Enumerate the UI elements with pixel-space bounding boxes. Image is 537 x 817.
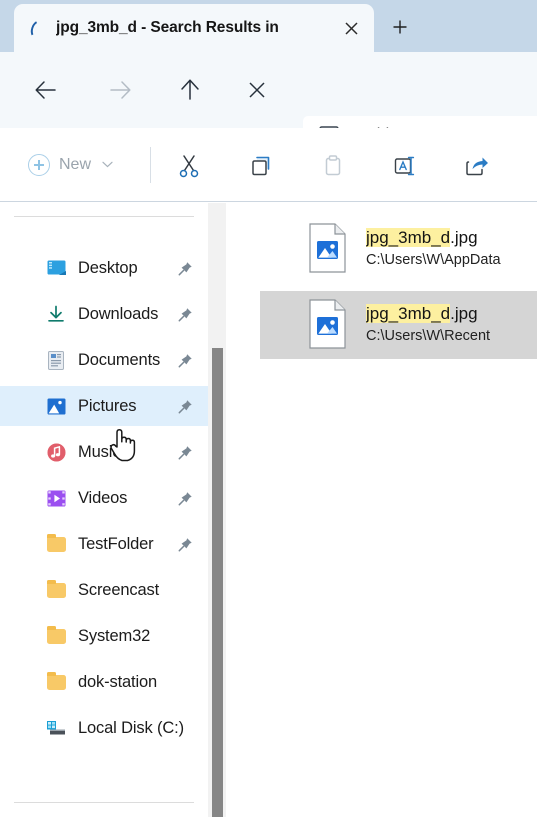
table-row[interactable]: jpg_3mb_d.jpg C:\Users\W\AppData	[260, 215, 537, 283]
new-button[interactable]: New	[28, 148, 113, 182]
arrow-right-icon	[110, 81, 131, 99]
local-disk-icon	[46, 718, 66, 738]
search-match-highlight: jpg_3mb_d	[366, 304, 451, 324]
pin-icon[interactable]	[172, 307, 198, 322]
cut-button[interactable]	[170, 147, 208, 185]
command-bar: New	[0, 128, 537, 202]
file-extension: .jpg	[450, 304, 478, 324]
sidebar-item-label: Downloads	[78, 304, 159, 323]
back-button[interactable]	[26, 70, 66, 110]
search-match-highlight: jpg_3mb_d	[366, 228, 451, 248]
chevron-down-icon[interactable]	[102, 160, 113, 171]
new-tab-button[interactable]	[383, 10, 417, 44]
sidebar-divider-top	[14, 216, 194, 217]
pictures-icon	[46, 396, 66, 416]
documents-icon	[46, 350, 66, 370]
clipboard-icon	[325, 155, 341, 176]
navigation-bar: This PC	[0, 52, 537, 154]
forward-button	[100, 70, 140, 110]
pin-icon[interactable]	[172, 537, 198, 552]
sidebar-item-desktop[interactable]: Desktop	[0, 248, 208, 288]
sidebar-item-label: Screencast	[78, 580, 160, 599]
sidebar-item-testfolder[interactable]: TestFolder	[0, 524, 208, 564]
plus-icon	[393, 20, 407, 34]
copy-icon	[252, 156, 270, 176]
table-row[interactable]: jpg_3mb_d.jpg C:\Users\W\Recent	[260, 291, 537, 359]
sidebar-item-screencast[interactable]: Screencast	[0, 570, 208, 610]
sidebar-item-videos[interactable]: Videos	[0, 478, 208, 518]
stop-button[interactable]	[237, 70, 277, 110]
navigation-pane[interactable]: Desktop Downloads Documents Pictures Mus…	[0, 203, 208, 817]
folder-icon	[46, 625, 66, 646]
videos-icon	[46, 488, 66, 508]
pin-icon[interactable]	[172, 445, 198, 460]
pin-icon[interactable]	[172, 399, 198, 414]
desktop-icon	[46, 258, 66, 278]
sidebar-item-label: System32	[78, 626, 151, 645]
pin-icon[interactable]	[172, 353, 198, 368]
tab-search-results[interactable]: jpg_3mb_d - Search Results in	[14, 4, 374, 52]
sidebar-item-label: Documents	[78, 350, 161, 369]
arrow-up-icon	[181, 79, 199, 100]
sidebar-item-documents[interactable]: Documents	[0, 340, 208, 380]
jpg-image-file-icon	[308, 299, 352, 351]
new-button-label: New	[59, 156, 92, 173]
file-path: C:\Users\W\Recent	[366, 328, 491, 345]
sidebar-scrollbar-thumb[interactable]	[212, 348, 223, 817]
sidebar-item-label: Desktop	[78, 258, 138, 277]
music-icon	[46, 442, 66, 462]
file-info: jpg_3mb_d.jpg C:\Users\W\Recent	[366, 303, 537, 346]
share-icon	[465, 157, 488, 176]
tab-strip: jpg_3mb_d - Search Results in	[0, 0, 537, 52]
pin-icon[interactable]	[172, 261, 198, 276]
rename-button[interactable]	[386, 147, 424, 185]
sidebar-item-downloads[interactable]: Downloads	[0, 294, 208, 334]
file-name: jpg_3mb_d.jpg	[366, 228, 478, 248]
folder-icon	[46, 579, 66, 600]
up-button[interactable]	[170, 70, 210, 110]
sidebar-item-label: Music	[78, 442, 121, 461]
toolbar-divider	[150, 147, 151, 183]
download-icon	[46, 304, 66, 324]
file-extension: .jpg	[450, 228, 478, 248]
sidebar-item-music[interactable]: Music	[0, 432, 208, 472]
pin-icon[interactable]	[172, 491, 198, 506]
sidebar-item-label: dok-station	[78, 672, 158, 691]
sidebar-item-dok-station[interactable]: dok-station	[0, 662, 208, 702]
sidebar-item-label: TestFolder	[78, 534, 154, 553]
file-info: jpg_3mb_d.jpg C:\Users\W\AppData	[366, 227, 537, 270]
sidebar-item-label: Videos	[78, 488, 128, 507]
jpg-image-file-icon	[308, 223, 352, 275]
sidebar-item-system32[interactable]: System32	[0, 616, 208, 656]
folder-icon	[46, 533, 66, 554]
plus-circle-icon	[28, 154, 50, 176]
close-icon	[249, 82, 265, 98]
sidebar-item-local-disk-c[interactable]: Local Disk (C:)	[0, 708, 208, 748]
tab-title: jpg_3mb_d - Search Results in	[56, 19, 279, 36]
file-path: C:\Users\W\AppData	[366, 252, 501, 269]
copy-button[interactable]	[242, 147, 280, 185]
arrow-left-icon	[35, 81, 56, 99]
scissors-icon	[179, 155, 199, 178]
search-results-pane[interactable]: jpg_3mb_d.jpg C:\Users\W\AppData jpg_3mb…	[232, 203, 537, 817]
share-button[interactable]	[457, 147, 495, 185]
sidebar-divider-bottom	[14, 802, 194, 803]
sidebar-item-label: Pictures	[78, 396, 137, 415]
paste-button	[314, 147, 352, 185]
rename-a-icon	[394, 156, 415, 176]
sidebar-item-label: Local Disk (C:)	[78, 718, 184, 737]
loading-spinner-icon	[28, 19, 46, 37]
folder-icon	[46, 671, 66, 692]
file-name: jpg_3mb_d.jpg	[366, 304, 478, 324]
sidebar-item-pictures[interactable]: Pictures	[0, 386, 208, 426]
file-explorer-window: jpg_3mb_d - Search Results in New Deskto…	[0, 0, 537, 817]
close-icon[interactable]	[336, 13, 366, 43]
